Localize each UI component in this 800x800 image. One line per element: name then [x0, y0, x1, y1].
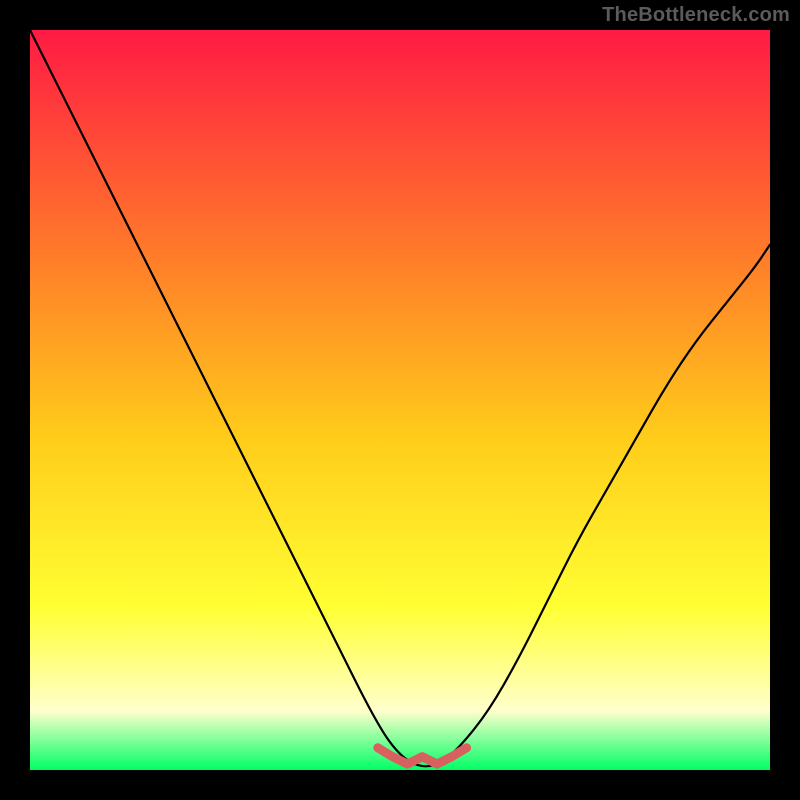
- bottleneck-chart: [30, 30, 770, 770]
- chart-frame: TheBottleneck.com: [0, 0, 800, 800]
- plot-area: [30, 30, 770, 770]
- watermark-text: TheBottleneck.com: [602, 4, 790, 27]
